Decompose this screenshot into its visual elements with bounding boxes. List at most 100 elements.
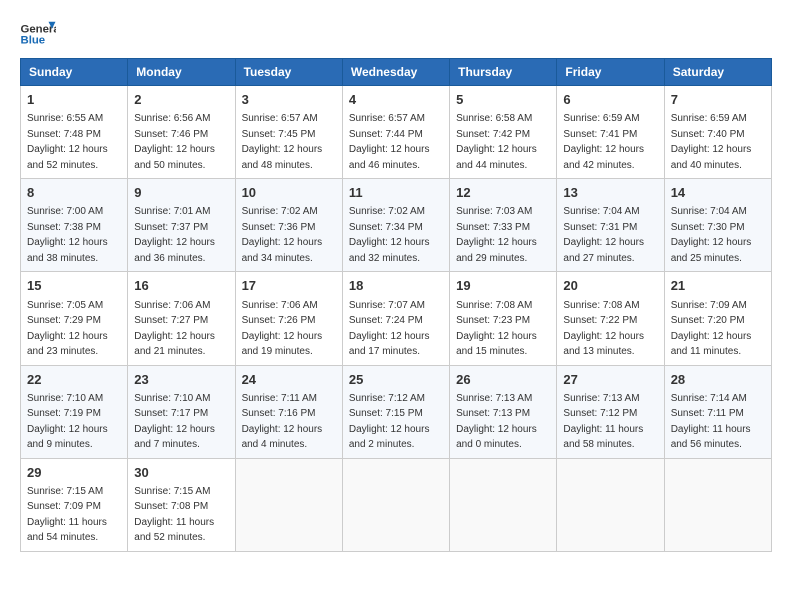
calendar-cell: 18 Sunrise: 7:07 AMSunset: 7:24 PMDaylig… (342, 272, 449, 365)
day-number: 10 (242, 184, 336, 202)
calendar-cell: 23 Sunrise: 7:10 AMSunset: 7:17 PMDaylig… (128, 365, 235, 458)
day-header-wednesday: Wednesday (342, 59, 449, 86)
svg-text:Blue: Blue (21, 35, 46, 47)
day-header-saturday: Saturday (664, 59, 771, 86)
calendar-cell (235, 458, 342, 551)
day-info: Sunrise: 7:06 AMSunset: 7:26 PMDaylight:… (242, 300, 323, 358)
day-number: 17 (242, 277, 336, 295)
calendar-cell: 29 Sunrise: 7:15 AMSunset: 7:09 PMDaylig… (21, 458, 128, 551)
calendar-cell: 12 Sunrise: 7:03 AMSunset: 7:33 PMDaylig… (450, 179, 557, 272)
calendar-cell (342, 458, 449, 551)
calendar-cell: 24 Sunrise: 7:11 AMSunset: 7:16 PMDaylig… (235, 365, 342, 458)
calendar-cell: 30 Sunrise: 7:15 AMSunset: 7:08 PMDaylig… (128, 458, 235, 551)
calendar-cell: 19 Sunrise: 7:08 AMSunset: 7:23 PMDaylig… (450, 272, 557, 365)
day-number: 5 (456, 91, 550, 109)
calendar-cell: 26 Sunrise: 7:13 AMSunset: 7:13 PMDaylig… (450, 365, 557, 458)
calendar-cell: 8 Sunrise: 7:00 AMSunset: 7:38 PMDayligh… (21, 179, 128, 272)
day-number: 27 (563, 371, 657, 389)
calendar-cell: 15 Sunrise: 7:05 AMSunset: 7:29 PMDaylig… (21, 272, 128, 365)
calendar-table: SundayMondayTuesdayWednesdayThursdayFrid… (20, 58, 772, 552)
day-info: Sunrise: 7:09 AMSunset: 7:20 PMDaylight:… (671, 300, 752, 358)
calendar-cell: 2 Sunrise: 6:56 AMSunset: 7:46 PMDayligh… (128, 86, 235, 179)
day-number: 1 (27, 91, 121, 109)
calendar-cell: 17 Sunrise: 7:06 AMSunset: 7:26 PMDaylig… (235, 272, 342, 365)
calendar-cell: 14 Sunrise: 7:04 AMSunset: 7:30 PMDaylig… (664, 179, 771, 272)
calendar-cell: 20 Sunrise: 7:08 AMSunset: 7:22 PMDaylig… (557, 272, 664, 365)
day-info: Sunrise: 6:55 AMSunset: 7:48 PMDaylight:… (27, 113, 108, 171)
day-number: 22 (27, 371, 121, 389)
day-number: 25 (349, 371, 443, 389)
day-info: Sunrise: 7:15 AMSunset: 7:08 PMDaylight:… (134, 486, 214, 544)
day-info: Sunrise: 7:04 AMSunset: 7:31 PMDaylight:… (563, 206, 644, 264)
logo: General Blue (20, 20, 56, 48)
day-info: Sunrise: 6:59 AMSunset: 7:41 PMDaylight:… (563, 113, 644, 171)
day-header-friday: Friday (557, 59, 664, 86)
day-info: Sunrise: 7:12 AMSunset: 7:15 PMDaylight:… (349, 393, 430, 451)
calendar-cell: 10 Sunrise: 7:02 AMSunset: 7:36 PMDaylig… (235, 179, 342, 272)
day-number: 7 (671, 91, 765, 109)
day-number: 15 (27, 277, 121, 295)
calendar-cell: 21 Sunrise: 7:09 AMSunset: 7:20 PMDaylig… (664, 272, 771, 365)
calendar-cell: 22 Sunrise: 7:10 AMSunset: 7:19 PMDaylig… (21, 365, 128, 458)
calendar-cell: 5 Sunrise: 6:58 AMSunset: 7:42 PMDayligh… (450, 86, 557, 179)
day-number: 6 (563, 91, 657, 109)
calendar-cell: 4 Sunrise: 6:57 AMSunset: 7:44 PMDayligh… (342, 86, 449, 179)
calendar-cell: 6 Sunrise: 6:59 AMSunset: 7:41 PMDayligh… (557, 86, 664, 179)
calendar-cell (450, 458, 557, 551)
day-number: 29 (27, 464, 121, 482)
calendar-week-4: 22 Sunrise: 7:10 AMSunset: 7:19 PMDaylig… (21, 365, 772, 458)
calendar-cell: 27 Sunrise: 7:13 AMSunset: 7:12 PMDaylig… (557, 365, 664, 458)
calendar-cell: 3 Sunrise: 6:57 AMSunset: 7:45 PMDayligh… (235, 86, 342, 179)
day-info: Sunrise: 7:08 AMSunset: 7:23 PMDaylight:… (456, 300, 537, 358)
day-number: 12 (456, 184, 550, 202)
calendar-cell: 13 Sunrise: 7:04 AMSunset: 7:31 PMDaylig… (557, 179, 664, 272)
day-info: Sunrise: 7:11 AMSunset: 7:16 PMDaylight:… (242, 393, 323, 451)
day-number: 9 (134, 184, 228, 202)
day-info: Sunrise: 7:02 AMSunset: 7:34 PMDaylight:… (349, 206, 430, 264)
day-number: 23 (134, 371, 228, 389)
day-info: Sunrise: 7:04 AMSunset: 7:30 PMDaylight:… (671, 206, 752, 264)
day-info: Sunrise: 7:10 AMSunset: 7:19 PMDaylight:… (27, 393, 108, 451)
day-info: Sunrise: 7:03 AMSunset: 7:33 PMDaylight:… (456, 206, 537, 264)
logo-icon: General Blue (20, 20, 56, 48)
calendar-week-1: 1 Sunrise: 6:55 AMSunset: 7:48 PMDayligh… (21, 86, 772, 179)
day-info: Sunrise: 7:10 AMSunset: 7:17 PMDaylight:… (134, 393, 215, 451)
day-info: Sunrise: 7:05 AMSunset: 7:29 PMDaylight:… (27, 300, 108, 358)
day-number: 16 (134, 277, 228, 295)
calendar-cell (664, 458, 771, 551)
day-number: 20 (563, 277, 657, 295)
day-info: Sunrise: 6:58 AMSunset: 7:42 PMDaylight:… (456, 113, 537, 171)
calendar-cell: 16 Sunrise: 7:06 AMSunset: 7:27 PMDaylig… (128, 272, 235, 365)
day-number: 28 (671, 371, 765, 389)
calendar-cell: 9 Sunrise: 7:01 AMSunset: 7:37 PMDayligh… (128, 179, 235, 272)
calendar-body: 1 Sunrise: 6:55 AMSunset: 7:48 PMDayligh… (21, 86, 772, 552)
day-info: Sunrise: 6:59 AMSunset: 7:40 PMDaylight:… (671, 113, 752, 171)
day-info: Sunrise: 7:15 AMSunset: 7:09 PMDaylight:… (27, 486, 107, 544)
day-number: 26 (456, 371, 550, 389)
day-info: Sunrise: 7:13 AMSunset: 7:13 PMDaylight:… (456, 393, 537, 451)
page-header: General Blue (20, 20, 772, 48)
day-number: 8 (27, 184, 121, 202)
day-info: Sunrise: 7:08 AMSunset: 7:22 PMDaylight:… (563, 300, 644, 358)
calendar-cell (557, 458, 664, 551)
day-header-monday: Monday (128, 59, 235, 86)
day-header-thursday: Thursday (450, 59, 557, 86)
day-info: Sunrise: 7:14 AMSunset: 7:11 PMDaylight:… (671, 393, 751, 451)
day-info: Sunrise: 7:00 AMSunset: 7:38 PMDaylight:… (27, 206, 108, 264)
day-number: 14 (671, 184, 765, 202)
day-number: 30 (134, 464, 228, 482)
calendar-cell: 1 Sunrise: 6:55 AMSunset: 7:48 PMDayligh… (21, 86, 128, 179)
day-header-tuesday: Tuesday (235, 59, 342, 86)
calendar-cell: 25 Sunrise: 7:12 AMSunset: 7:15 PMDaylig… (342, 365, 449, 458)
calendar-week-2: 8 Sunrise: 7:00 AMSunset: 7:38 PMDayligh… (21, 179, 772, 272)
day-info: Sunrise: 7:01 AMSunset: 7:37 PMDaylight:… (134, 206, 215, 264)
day-number: 11 (349, 184, 443, 202)
day-info: Sunrise: 6:56 AMSunset: 7:46 PMDaylight:… (134, 113, 215, 171)
day-number: 13 (563, 184, 657, 202)
day-info: Sunrise: 7:13 AMSunset: 7:12 PMDaylight:… (563, 393, 643, 451)
day-number: 24 (242, 371, 336, 389)
day-number: 4 (349, 91, 443, 109)
day-info: Sunrise: 7:07 AMSunset: 7:24 PMDaylight:… (349, 300, 430, 358)
day-number: 21 (671, 277, 765, 295)
day-info: Sunrise: 6:57 AMSunset: 7:45 PMDaylight:… (242, 113, 323, 171)
